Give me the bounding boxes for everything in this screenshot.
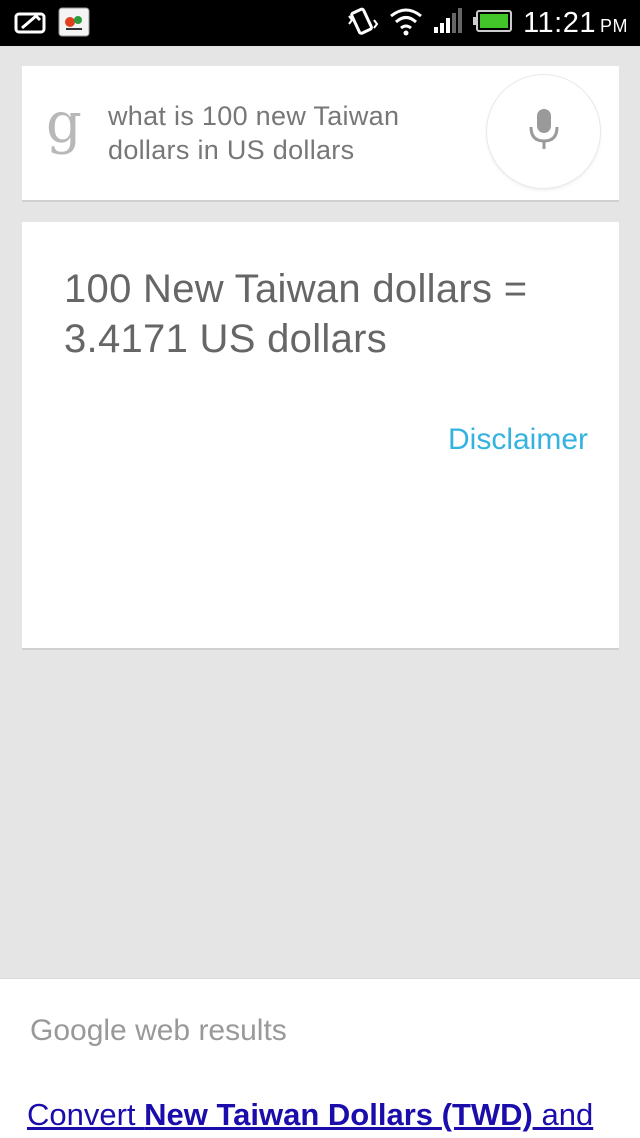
link-bold-code: (TWD) [441,1097,533,1132]
signal-icon [433,7,463,40]
search-query[interactable]: what is 100 new Taiwan dollars in US dol… [108,99,468,167]
link-prefix: Convert [27,1097,145,1132]
clock: 11:21 PM [523,7,628,40]
conversion-result: 100 New Taiwan dollars = 3.4171 US dolla… [64,267,528,361]
voice-search-button[interactable] [487,75,600,188]
link-suffix: and [532,1097,594,1132]
clock-ampm: PM [600,15,628,36]
vibrate-icon [345,4,379,43]
disclaimer-link[interactable]: Disclaimer [448,423,588,457]
wifi-icon [389,6,423,41]
web-results-heading: Google web results [30,1014,287,1047]
clock-time: 11:21 [523,6,596,39]
status-bar: 11:21 PM [0,0,640,46]
notification-icon [14,8,48,41]
link-bold-currency: New Taiwan Dollars [144,1097,434,1132]
google-logo: g [46,91,82,156]
battery-icon [473,9,513,38]
web-result-link[interactable]: Convert New Taiwan Dollars (TWD) and [27,1097,593,1133]
link-mid [433,1097,442,1132]
microphone-icon [527,107,561,156]
app-icon [58,7,90,42]
